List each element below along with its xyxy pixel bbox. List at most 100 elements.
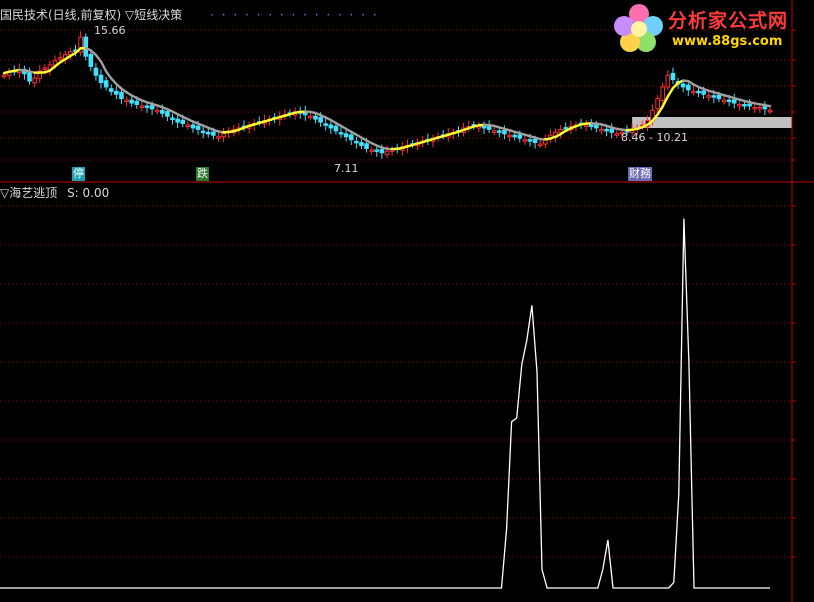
trend-segment (763, 103, 772, 108)
candle-body (154, 109, 160, 113)
candle-body (691, 90, 696, 94)
candle-body (134, 100, 140, 105)
candle-body (103, 80, 109, 88)
candle-body (359, 142, 364, 147)
badge-fall[interactable]: 跌 (196, 167, 209, 181)
candle-body (599, 128, 604, 132)
candle-body (338, 132, 344, 135)
candle-body (491, 130, 497, 133)
candle-body (93, 67, 99, 76)
candle-body (614, 133, 620, 136)
candle-body (144, 105, 150, 108)
candle-body (517, 134, 523, 139)
candle-body (537, 143, 543, 147)
candle-body (165, 111, 170, 117)
candle-body (680, 83, 686, 88)
watermark-logo: 分析家公式网 www.88gs.com (612, 2, 812, 54)
candle-body (384, 150, 390, 156)
candle-body (594, 124, 599, 129)
candle-body (149, 105, 155, 110)
upper-panel-title: 国民技术(日线,前复权) ▽短线决策 · · · · · · · · · · ·… (0, 6, 379, 23)
candle-body (665, 74, 671, 88)
candle-body (129, 99, 134, 104)
logo-text: 分析家公式网 (668, 10, 789, 32)
candle-body (114, 90, 119, 95)
candle-body (195, 125, 201, 130)
trend-segment (94, 53, 103, 63)
candle-body (83, 36, 89, 57)
candle-body (588, 124, 594, 127)
indicator-title[interactable]: ▽短线决策 (125, 8, 182, 22)
candle-body (685, 84, 691, 91)
low-price-label: 7.11 (334, 162, 359, 175)
candle-body (200, 130, 206, 134)
candle-body (660, 86, 666, 101)
signal-line (0, 218, 770, 589)
candle-body (343, 133, 349, 138)
candle-body (522, 139, 528, 142)
candle-body (124, 99, 129, 103)
candle-body (364, 143, 369, 149)
right-axis (791, 0, 796, 602)
candle-body (752, 106, 757, 110)
candle-body (497, 130, 502, 133)
candle-body (318, 116, 323, 123)
candle-body (532, 138, 538, 144)
candle-body (757, 106, 763, 110)
candle-body (747, 103, 752, 107)
candle-body (737, 103, 742, 107)
candle-body (512, 134, 517, 138)
lower-indicator-title[interactable]: ▽海艺逃顶 (0, 186, 57, 200)
candle-body (185, 124, 191, 127)
candle-body (721, 99, 727, 103)
candle-body (308, 115, 313, 119)
candle-body (609, 128, 614, 133)
badge-halt[interactable]: 停 (72, 167, 85, 181)
flower-icon (614, 4, 663, 52)
candle-body (670, 72, 676, 81)
candle-body (711, 95, 717, 98)
candle-body (328, 124, 334, 129)
candle-body (57, 57, 63, 60)
candle-body (369, 149, 374, 152)
candle-body (211, 131, 216, 136)
candle-body (98, 74, 104, 84)
candle-body (701, 90, 706, 95)
candle-body (27, 71, 32, 82)
candle-body (160, 109, 165, 114)
logo-url: www.88gs.com (672, 34, 783, 49)
high-price-label: 15.66 (94, 24, 126, 37)
candle-body (354, 140, 359, 144)
range-label: 8.46 - 10.21 (621, 131, 688, 144)
candle-body (379, 149, 385, 154)
candle-body (558, 128, 563, 133)
range-band-rect (632, 117, 792, 128)
candle-body (481, 125, 487, 129)
candle-body (139, 105, 145, 108)
candle-body (731, 99, 737, 104)
candle-body (190, 124, 196, 129)
candle-body (486, 125, 492, 130)
candle-body (313, 115, 318, 120)
candle-body (108, 88, 114, 92)
candle-body (221, 133, 226, 138)
candle-body (726, 99, 732, 103)
candle-body (502, 130, 507, 135)
trend-segment (666, 86, 675, 98)
candle-body (696, 90, 701, 94)
lower-indicator-value: S: 0.00 (67, 186, 110, 200)
candle-body (655, 98, 660, 110)
badge-finance[interactable]: 财務 (628, 167, 652, 181)
dotted-markers: · · · · · · · · · · · · · · · (210, 8, 379, 22)
candle-body (742, 103, 747, 107)
candle-body (88, 53, 94, 67)
candle-body (32, 77, 37, 84)
candle-body (216, 136, 221, 139)
candle-body (180, 119, 186, 125)
trend-segment (104, 70, 113, 80)
candle-body (604, 128, 609, 132)
candle-body (374, 149, 380, 152)
candle-body (716, 94, 722, 100)
trend-segment (99, 60, 108, 73)
candle-body (333, 125, 339, 132)
